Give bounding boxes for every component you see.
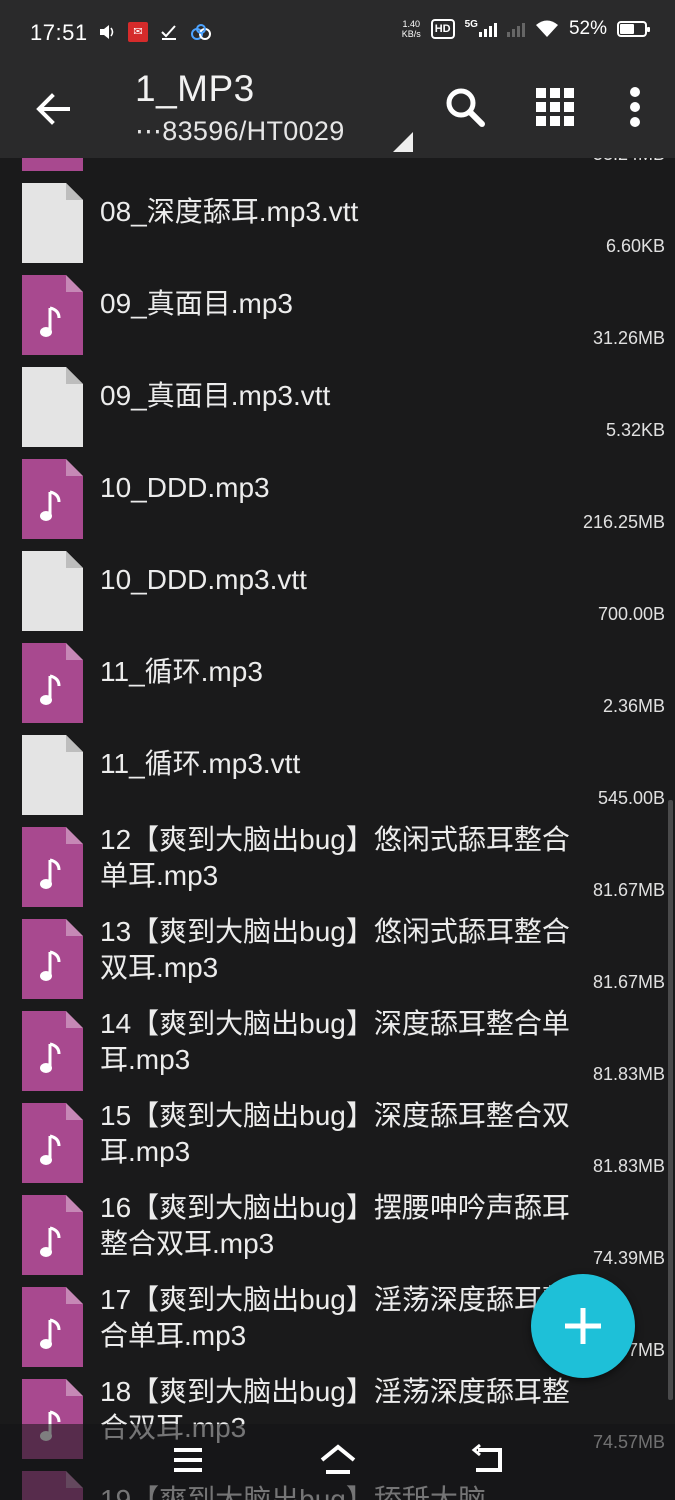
- more-vert-icon[interactable]: [610, 82, 660, 132]
- grid-view-icon[interactable]: [530, 82, 580, 132]
- navigation-bar: [0, 1424, 675, 1500]
- wifi-icon: [535, 20, 558, 37]
- audio-file-icon: [22, 1287, 83, 1367]
- file-name: 08_深度舔耳.mp3.vtt: [100, 196, 359, 227]
- file-size: 81.67MB: [592, 972, 665, 992]
- text-file-icon: [22, 551, 83, 631]
- app-notification-icon: ✉: [128, 22, 148, 42]
- search-icon[interactable]: [440, 82, 490, 132]
- file-size: 2.36MB: [602, 696, 665, 716]
- file-row[interactable]: 16【爽到大脑出bug】摆腰呻吟声舔耳整合双耳.mp3 74.39MB: [0, 1182, 675, 1275]
- back-icon[interactable]: [466, 1442, 510, 1478]
- file-name: 14【爽到大脑出bug】深度舔耳整合单耳.mp3: [100, 1008, 570, 1075]
- audio-file-icon: [22, 459, 83, 539]
- file-size: 81.67MB: [592, 880, 665, 900]
- file-size: 53.24MB: [593, 158, 665, 165]
- file-name: 17【爽到大脑出bug】淫荡深度舔耳整合单耳.mp3: [100, 1284, 570, 1351]
- file-size: 5.32KB: [605, 420, 665, 440]
- status-time: 17:51: [30, 20, 88, 45]
- file-manager-screen: 17:51 ✉ 1.40 KB/s HD 5G 52% 1_MP3 ⋯83596…: [0, 0, 675, 1500]
- text-file-icon: [22, 367, 83, 447]
- net-speed: 1.40 KB/s: [401, 19, 421, 39]
- file-size: 216.25MB: [582, 512, 665, 532]
- audio-file-icon: [22, 827, 83, 907]
- file-row[interactable]: 10_DDD.mp3.vtt 700.00B: [0, 538, 675, 631]
- file-name: 16【爽到大脑出bug】摆腰呻吟声舔耳整合双耳.mp3: [100, 1192, 570, 1259]
- file-size: 6.60KB: [605, 236, 665, 256]
- file-size: 81.83MB: [592, 1064, 665, 1084]
- hd-badge: HD: [430, 19, 455, 39]
- file-row[interactable]: 53.24MB: [0, 158, 675, 171]
- file-row[interactable]: 15【爽到大脑出bug】深度舔耳整合双耳.mp3 81.83MB: [0, 1090, 675, 1183]
- status-bar: 17:51 ✉ 1.40 KB/s HD 5G 52%: [0, 0, 675, 66]
- folder-path[interactable]: ⋯83596/HT0029: [135, 116, 345, 147]
- file-name: 13【爽到大脑出bug】悠闲式舔耳整合双耳.mp3: [100, 916, 570, 983]
- file-size: 700.00B: [597, 604, 665, 624]
- back-arrow-icon[interactable]: [30, 86, 76, 132]
- signal-bars-secondary-icon: [506, 21, 525, 37]
- file-name: 11_循环.mp3.vtt: [100, 748, 301, 779]
- audio-file-icon: [22, 919, 83, 999]
- file-name: 15【爽到大脑出bug】深度舔耳整合双耳.mp3: [100, 1100, 570, 1167]
- file-row[interactable]: 11_循环.mp3.vtt 545.00B: [0, 722, 675, 815]
- file-row[interactable]: 12【爽到大脑出bug】悠闲式舔耳整合单耳.mp3 81.67MB: [0, 814, 675, 907]
- app-bar: 1_MP3 ⋯83596/HT0029: [0, 66, 675, 158]
- audio-file-icon: [22, 1103, 83, 1183]
- file-row[interactable]: 14【爽到大脑出bug】深度舔耳整合单耳.mp3 81.83MB: [0, 998, 675, 1091]
- signal-5g: 5G: [465, 19, 497, 37]
- signal-bars-icon: [478, 21, 497, 37]
- audio-file-icon: [22, 643, 83, 723]
- add-icon: [565, 1308, 601, 1344]
- file-size: 81.83MB: [592, 1156, 665, 1176]
- file-size: 545.00B: [597, 788, 665, 808]
- status-right: 1.40 KB/s HD 5G 52%: [401, 18, 650, 40]
- file-name: 11_循环.mp3: [100, 656, 263, 687]
- cloud-icon: [191, 24, 211, 40]
- file-row[interactable]: 09_真面目.mp3 31.26MB: [0, 262, 675, 355]
- audio-file-icon: [22, 1195, 83, 1275]
- file-name: 10_DDD.mp3.vtt: [100, 564, 307, 595]
- file-name: 10_DDD.mp3: [100, 472, 270, 503]
- volume-icon: [100, 25, 114, 39]
- scrollbar[interactable]: [668, 800, 673, 1400]
- battery-icon: [617, 21, 650, 37]
- file-row[interactable]: 08_深度舔耳.mp3.vtt 6.60KB: [0, 170, 675, 263]
- file-row[interactable]: 10_DDD.mp3 216.25MB: [0, 446, 675, 539]
- file-row[interactable]: 13【爽到大脑出bug】悠闲式舔耳整合双耳.mp3 81.67MB: [0, 906, 675, 999]
- audio-file-icon: [22, 1011, 83, 1091]
- folder-title: 1_MP3: [135, 68, 255, 109]
- add-button[interactable]: [531, 1274, 635, 1378]
- file-size: 74.39MB: [592, 1248, 665, 1268]
- check-icon: [161, 25, 176, 40]
- text-file-icon: [22, 735, 83, 815]
- file-row[interactable]: 09_真面目.mp3.vtt 5.32KB: [0, 354, 675, 447]
- menu-icon[interactable]: [166, 1442, 210, 1478]
- text-file-icon: [22, 183, 83, 263]
- file-row[interactable]: 11_循环.mp3 2.36MB: [0, 630, 675, 723]
- file-name: 09_真面目.mp3.vtt: [100, 380, 331, 411]
- home-icon[interactable]: [316, 1442, 360, 1478]
- battery-percent: 52%: [568, 18, 607, 39]
- file-size: 31.26MB: [592, 328, 665, 348]
- file-name: 12【爽到大脑出bug】悠闲式舔耳整合单耳.mp3: [100, 824, 570, 891]
- file-name: 09_真面目.mp3: [100, 288, 293, 319]
- path-dropdown-icon[interactable]: [393, 132, 413, 152]
- notification-icons: ✉: [98, 22, 212, 42]
- audio-file-icon: [22, 275, 83, 355]
